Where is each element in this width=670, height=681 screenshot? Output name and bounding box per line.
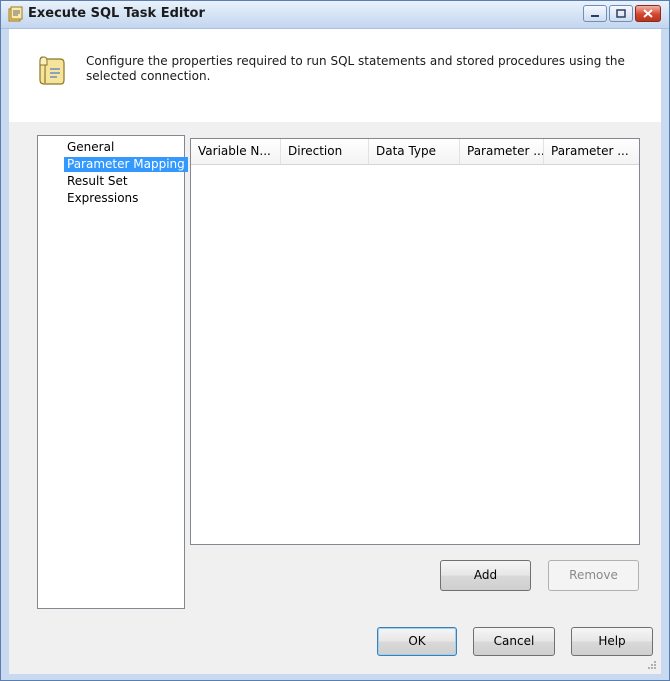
minimize-icon (591, 14, 599, 17)
page-navigation-list: General Parameter Mapping Result Set Exp… (37, 135, 188, 609)
nav-item-expressions[interactable]: Expressions (64, 191, 141, 206)
cancel-button[interactable]: Cancel (473, 627, 555, 656)
maximize-button[interactable] (609, 5, 633, 22)
minimize-button[interactable] (583, 5, 607, 22)
close-button[interactable] (635, 5, 661, 22)
dialog-body: General Parameter Mapping Result Set Exp… (9, 122, 661, 674)
column-header-parameter-size[interactable]: Parameter ... (544, 139, 639, 164)
add-button[interactable]: Add (440, 560, 531, 591)
column-header-direction[interactable]: Direction (281, 139, 369, 164)
header-description: Configure the properties required to run… (86, 54, 625, 83)
column-header-data-type[interactable]: Data Type (369, 139, 460, 164)
grid-header: Variable N... Direction Data Type Parame… (191, 139, 639, 165)
nav-item-parameter-mapping[interactable]: Parameter Mapping (64, 157, 188, 172)
nav-item-general[interactable]: General (64, 140, 117, 155)
window-title: Execute SQL Task Editor (28, 6, 205, 21)
dialog-header: Configure the properties required to run… (9, 29, 661, 122)
remove-button[interactable]: Remove (548, 560, 639, 591)
parameter-mapping-grid[interactable]: Variable N... Direction Data Type Parame… (190, 138, 640, 545)
resize-grip-icon[interactable] (647, 660, 657, 670)
maximize-icon (616, 9, 626, 18)
column-header-variable-name[interactable]: Variable N... (191, 139, 281, 164)
window-controls (583, 5, 661, 23)
nav-item-result-set[interactable]: Result Set (64, 174, 131, 189)
execute-sql-task-editor-window: Execute SQL Task Editor Configure the pr… (0, 0, 670, 681)
close-icon (643, 9, 653, 18)
column-header-parameter-name[interactable]: Parameter ... (460, 139, 544, 164)
sql-task-icon (8, 6, 24, 22)
title-bar[interactable]: Execute SQL Task Editor (1, 1, 669, 29)
help-button[interactable]: Help (571, 627, 653, 656)
scroll-icon (37, 53, 67, 87)
ok-button[interactable]: OK (377, 627, 457, 656)
